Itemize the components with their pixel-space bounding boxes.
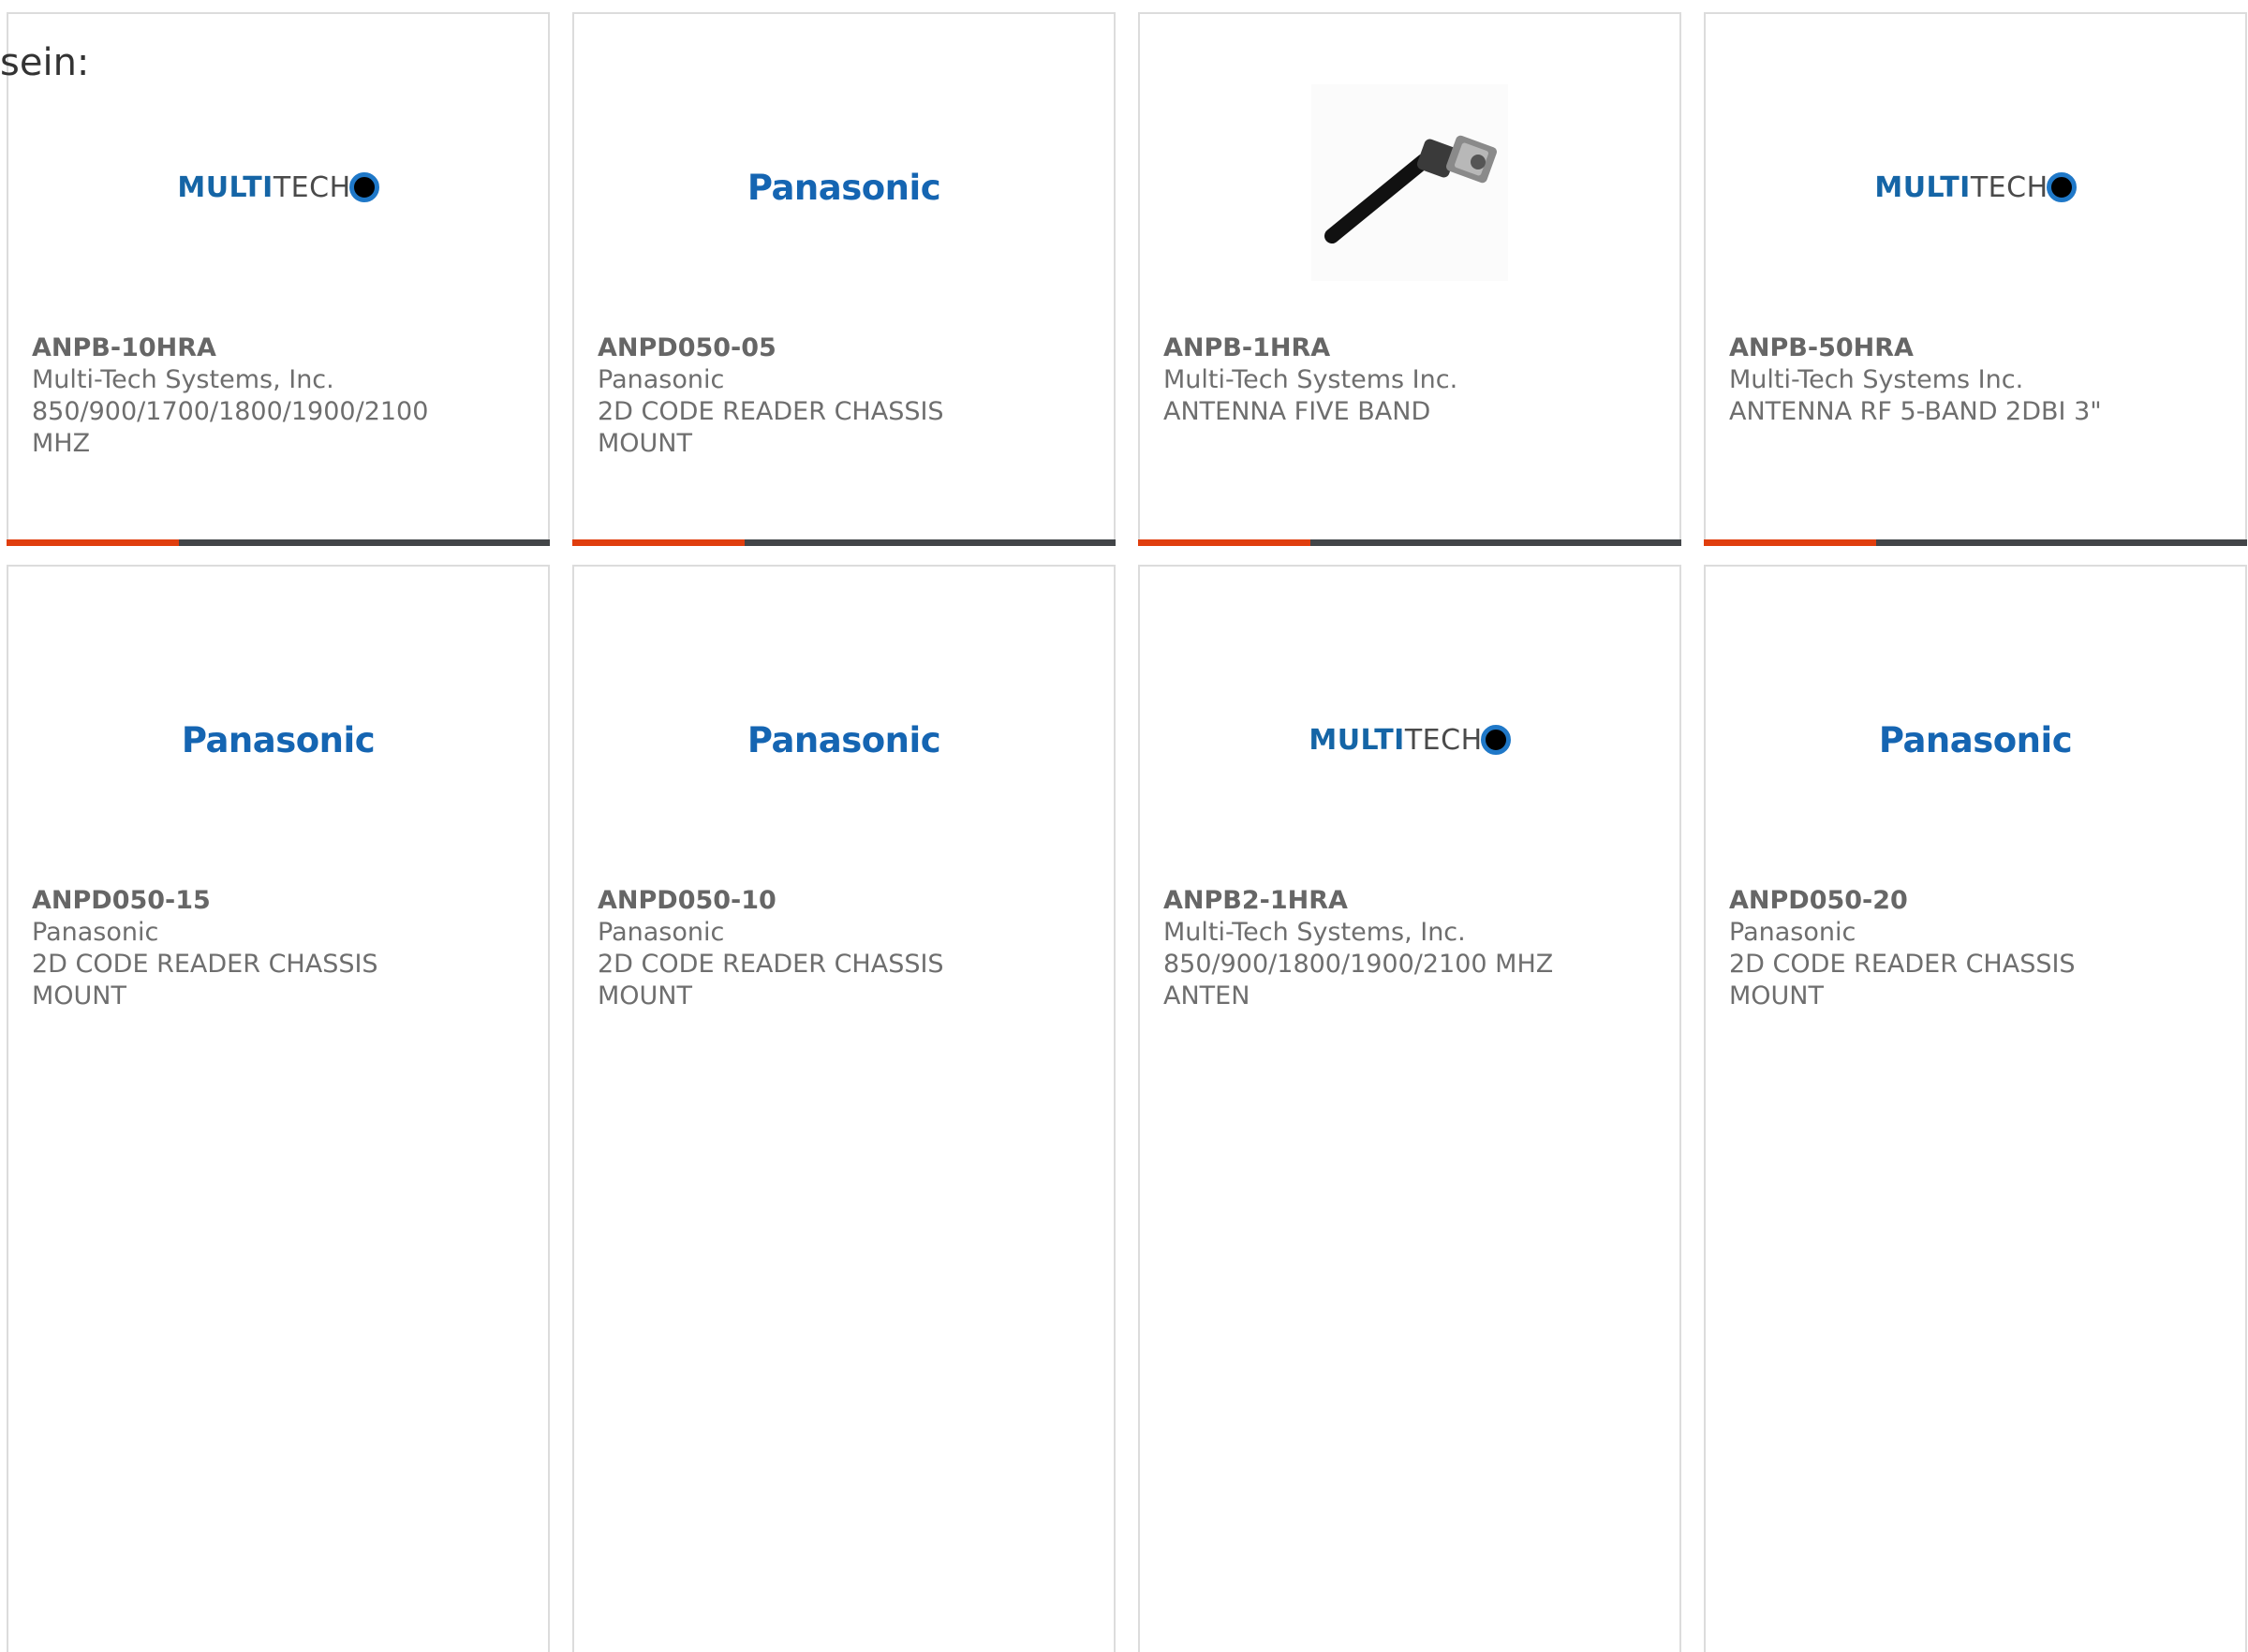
multitech-logo-bold-text: MULTI <box>1874 170 1971 204</box>
panasonic-logo-text: Panasonic <box>747 719 941 760</box>
product-card[interactable]: Panasonic ANPD050-15 Panasonic 2D CODE R… <box>7 565 550 1652</box>
multitech-logo: MULTI TECH <box>1140 688 1679 791</box>
product-info: ANPD050-10 Panasonic 2D CODE READER CHAS… <box>598 885 1095 1012</box>
part-number[interactable]: ANPD050-15 <box>32 886 211 915</box>
multitech-logo-light-text: TECH <box>273 170 351 204</box>
description: 2D CODE READER CHASSIS MOUNT <box>1729 950 2076 1010</box>
multitech-logo-dot-icon <box>2046 172 2077 202</box>
manufacturer: Panasonic <box>598 918 725 947</box>
card-accent-bar <box>1138 539 1681 546</box>
card-accent-highlight <box>7 539 179 546</box>
card-accent-highlight <box>1138 539 1310 546</box>
panasonic-logo: Panasonic <box>574 136 1114 239</box>
manufacturer: Panasonic <box>32 918 159 947</box>
product-card[interactable]: Panasonic ANPD050-05 Panasonic 2D CODE R… <box>572 12 1116 546</box>
manufacturer: Panasonic <box>1729 918 1856 947</box>
part-number[interactable]: ANPB-10HRA <box>32 333 216 362</box>
card-accent-bar <box>7 539 550 546</box>
description: 850/900/1700/1800/1900/2100 MHZ <box>32 397 429 458</box>
manufacturer: Multi-Tech Systems Inc. <box>1729 365 2024 394</box>
part-number[interactable]: ANPB-50HRA <box>1729 333 1914 362</box>
manufacturer: Multi-Tech Systems Inc. <box>1163 365 1458 394</box>
multitech-logo: MULTI TECH <box>1706 136 2245 239</box>
product-info: ANPB-1HRA Multi-Tech Systems Inc. ANTENN… <box>1163 332 1661 428</box>
multitech-logo: MULTI TECH <box>8 136 548 239</box>
description: 2D CODE READER CHASSIS MOUNT <box>598 950 944 1010</box>
product-info: ANPD050-20 Panasonic 2D CODE READER CHAS… <box>1729 885 2226 1012</box>
card-accent-bar <box>572 539 1116 546</box>
product-card[interactable]: MULTI TECH ANPB2-1HRA Multi-Tech Systems,… <box>1138 565 1681 1652</box>
card-accent-highlight <box>572 539 745 546</box>
description: 850/900/1800/1900/2100 MHZ ANTEN <box>1163 950 1554 1010</box>
product-card[interactable]: Panasonic ANPD050-20 Panasonic 2D CODE R… <box>1704 565 2247 1652</box>
panasonic-logo: Panasonic <box>574 688 1114 791</box>
product-info: ANPB-10HRA Multi-Tech Systems, Inc. 850/… <box>32 332 529 460</box>
panasonic-logo: Panasonic <box>8 688 548 791</box>
part-number[interactable]: ANPB-1HRA <box>1163 333 1330 362</box>
part-number[interactable]: ANPD050-10 <box>598 886 776 915</box>
panasonic-logo-text: Panasonic <box>747 167 941 208</box>
product-grid: MULTI TECH ANPB-10HRA Multi-Tech Systems,… <box>7 12 2248 1652</box>
description: 2D CODE READER CHASSIS MOUNT <box>598 397 944 458</box>
part-number[interactable]: ANPD050-05 <box>598 333 776 362</box>
description: 2D CODE READER CHASSIS MOUNT <box>32 950 378 1010</box>
multitech-logo-dot-icon <box>348 172 379 202</box>
intro-text: sein: <box>0 41 90 84</box>
antenna-icon <box>1311 84 1508 281</box>
multitech-logo-dot-icon <box>1480 725 1511 755</box>
panasonic-logo-text: Panasonic <box>181 719 376 760</box>
part-number[interactable]: ANPD050-20 <box>1729 886 1908 915</box>
product-info: ANPD050-15 Panasonic 2D CODE READER CHAS… <box>32 885 529 1012</box>
multitech-logo-light-text: TECH <box>1404 723 1483 757</box>
manufacturer: Multi-Tech Systems, Inc. <box>1163 918 1466 947</box>
product-info: ANPD050-05 Panasonic 2D CODE READER CHAS… <box>598 332 1095 460</box>
manufacturer: Panasonic <box>598 365 725 394</box>
card-accent-highlight <box>1704 539 1876 546</box>
description: ANTENNA FIVE BAND <box>1163 397 1431 426</box>
product-card[interactable]: ANPB-1HRA Multi-Tech Systems Inc. ANTENN… <box>1138 12 1681 546</box>
antenna-photo <box>1140 84 1679 281</box>
product-info: ANPB-50HRA Multi-Tech Systems Inc. ANTEN… <box>1729 332 2226 428</box>
product-info: ANPB2-1HRA Multi-Tech Systems, Inc. 850/… <box>1163 885 1661 1012</box>
manufacturer: Multi-Tech Systems, Inc. <box>32 365 334 394</box>
multitech-logo-light-text: TECH <box>1970 170 2048 204</box>
card-accent-bar <box>1704 539 2247 546</box>
part-number[interactable]: ANPB2-1HRA <box>1163 886 1348 915</box>
multitech-logo-bold-text: MULTI <box>177 170 274 204</box>
product-card[interactable]: Panasonic ANPD050-10 Panasonic 2D CODE R… <box>572 565 1116 1652</box>
product-card[interactable]: MULTI TECH ANPB-10HRA Multi-Tech Systems,… <box>7 12 550 546</box>
product-card[interactable]: MULTI TECH ANPB-50HRA Multi-Tech Systems … <box>1704 12 2247 546</box>
multitech-logo-bold-text: MULTI <box>1309 723 1405 757</box>
panasonic-logo: Panasonic <box>1706 688 2245 791</box>
description: ANTENNA RF 5-BAND 2DBI 3" <box>1729 397 2102 426</box>
panasonic-logo-text: Panasonic <box>1878 719 2073 760</box>
